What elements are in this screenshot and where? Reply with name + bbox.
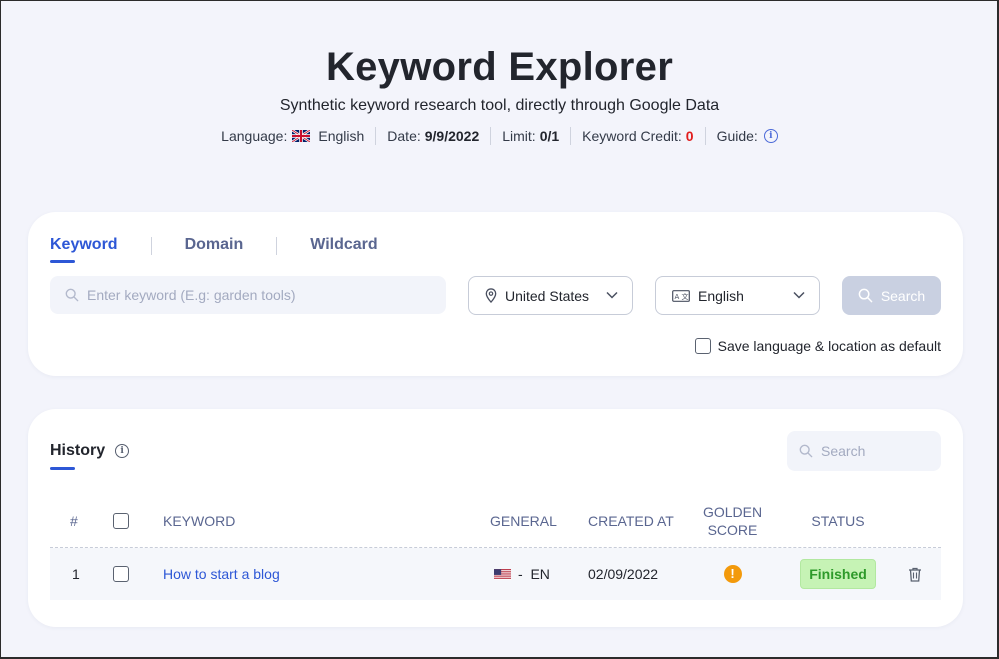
limit-value: 0/1 xyxy=(539,128,560,144)
col-keyword[interactable]: KEYWORD xyxy=(163,495,235,547)
page-title: Keyword Explorer xyxy=(325,45,674,89)
row-keyword: How to start a blog xyxy=(163,548,280,600)
history-search-input[interactable]: Search xyxy=(787,431,941,471)
save-default-option[interactable]: Save language & location as default xyxy=(694,338,941,354)
search-tabs: Keyword Domain Wildcard xyxy=(50,236,378,263)
table-header: # KEYWORD GENERAL CREATED AT GOLDEN SCOR… xyxy=(50,495,941,548)
history-info-icon[interactable]: i xyxy=(115,444,130,458)
warning-icon[interactable]: ! xyxy=(723,565,742,583)
tab-divider xyxy=(150,237,152,255)
col-general: GENERAL xyxy=(490,513,557,529)
col-select-all xyxy=(113,495,129,547)
keyword-link[interactable]: How to start a blog xyxy=(163,566,280,582)
meta-limit: Limit: 0/1 xyxy=(491,127,572,145)
date-value: 9/9/2022 xyxy=(424,128,480,144)
history-heading: History i xyxy=(50,442,130,470)
row-select xyxy=(113,548,129,600)
uk-flag-icon xyxy=(292,130,311,142)
location-pin-icon xyxy=(485,288,497,303)
save-default-label: Save language & location as default xyxy=(717,338,941,354)
language-select-value: English xyxy=(698,287,744,304)
location-select[interactable]: United States xyxy=(468,276,633,315)
col-status: STATUS xyxy=(811,513,865,529)
guide-info-icon[interactable]: i xyxy=(763,129,778,143)
meta-language: Language: English xyxy=(210,127,377,145)
history-search-placeholder: Search xyxy=(821,443,866,459)
meta-guide: Guide: i xyxy=(706,127,789,145)
table-row: 1 How to start a blog - EN 02/09/2022 ! … xyxy=(50,548,941,600)
location-value: United States xyxy=(505,287,590,304)
save-default-checkbox[interactable] xyxy=(694,338,711,354)
status-badge: Finished xyxy=(800,559,876,589)
row-checkbox[interactable] xyxy=(113,566,129,582)
col-created-at[interactable]: CREATED AT xyxy=(588,495,674,547)
col-num: # xyxy=(70,513,78,529)
row-created-at: 02/09/2022 xyxy=(588,548,658,600)
created-at-value: 02/09/2022 xyxy=(588,566,659,582)
tab-domain[interactable]: Domain xyxy=(185,236,244,260)
tab-wildcard[interactable]: Wildcard xyxy=(310,236,377,260)
general-value: - EN xyxy=(518,566,550,582)
limit-label: Limit: xyxy=(502,128,536,144)
chevron-down-icon xyxy=(793,291,805,299)
select-all-checkbox[interactable] xyxy=(113,513,129,529)
row-delete xyxy=(908,548,922,600)
page-header: Keyword Explorer Synthetic keyword resea… xyxy=(0,44,999,145)
row-num: 1 xyxy=(72,566,80,582)
trash-icon[interactable] xyxy=(908,567,922,582)
meta-credit: Keyword Credit: 0 xyxy=(571,127,706,145)
search-icon xyxy=(799,444,813,458)
meta-date: Date: 9/9/2022 xyxy=(376,127,492,145)
row-status: Finished xyxy=(800,548,876,600)
keyword-input-placeholder: Enter keyword (E.g: garden tools) xyxy=(87,287,296,303)
tab-divider xyxy=(276,237,278,255)
language-value: English xyxy=(318,128,365,144)
keyword-input[interactable]: Enter keyword (E.g: garden tools) xyxy=(50,276,446,314)
row-general: - EN xyxy=(494,548,550,600)
us-flag-icon xyxy=(494,568,511,580)
meta-bar: Language: English Date: 9/9/2022 Limit: … xyxy=(0,127,999,145)
language-label: Language: xyxy=(221,128,288,144)
guide-label: Guide: xyxy=(716,128,758,144)
col-golden-score: GOLDEN SCORE xyxy=(702,504,763,538)
search-button-label: Search xyxy=(880,287,926,304)
credit-value: 0 xyxy=(685,128,694,144)
svg-text:文: 文 xyxy=(682,292,689,301)
history-title: History xyxy=(50,442,106,459)
search-icon xyxy=(858,288,873,303)
search-button[interactable]: Search xyxy=(842,276,941,315)
svg-text:A: A xyxy=(675,293,680,301)
credit-label: Keyword Credit: xyxy=(582,128,682,144)
history-card: History i Search # KEYWORD GENERAL CREAT… xyxy=(28,409,963,627)
chevron-down-icon xyxy=(606,291,618,299)
row-golden-score: ! xyxy=(700,548,765,600)
history-table: # KEYWORD GENERAL CREATED AT GOLDEN SCOR… xyxy=(50,495,941,600)
language-select[interactable]: A文 English xyxy=(655,276,820,315)
search-icon xyxy=(65,288,79,302)
translate-icon: A文 xyxy=(672,289,690,302)
page-subtitle: Synthetic keyword research tool, directl… xyxy=(279,97,720,114)
tab-keyword[interactable]: Keyword xyxy=(50,236,118,263)
date-label: Date: xyxy=(387,128,421,144)
search-card: Keyword Domain Wildcard Enter keyword (E… xyxy=(28,212,963,376)
